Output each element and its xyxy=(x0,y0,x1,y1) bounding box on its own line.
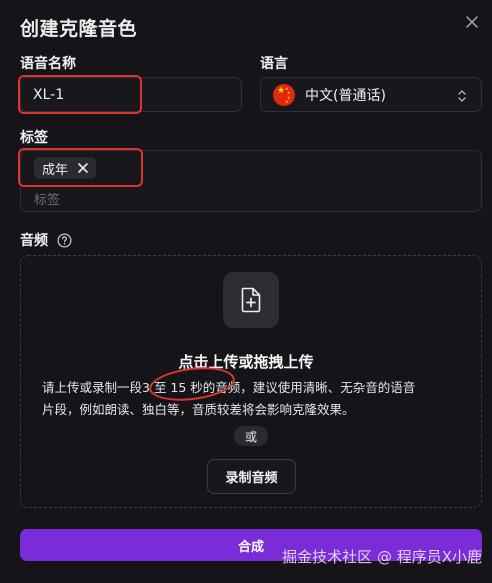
remove-tag-icon[interactable] xyxy=(78,163,88,173)
tag-chip[interactable]: 成年 xyxy=(34,157,97,179)
upload-hint-line1: 请上传或录制一段3 至 15 秒的音频，建议使用清晰、无杂音的语音 xyxy=(42,377,415,396)
file-plus-icon xyxy=(241,287,261,313)
tags-placeholder: 标签 xyxy=(34,193,61,208)
chevron-updown-icon xyxy=(458,90,466,102)
voice-name-value: XL-1 xyxy=(33,86,65,103)
dialog-title: 创建克隆音色 xyxy=(20,18,138,40)
create-voice-clone-dialog: 创建克隆音色 语音名称 XL-1 语言 ★ ★ ★ ★ ★ 中文(普通话) 标签… xyxy=(0,0,492,583)
upload-hint-duration: 3 至 15 秒 xyxy=(142,380,203,395)
china-flag-icon: ★ ★ ★ ★ ★ xyxy=(273,83,295,106)
audio-label: 音频 xyxy=(20,233,48,249)
upload-hint-part2: 的音频，建议使用清晰、无杂音的语音 xyxy=(202,380,416,395)
voice-name-input[interactable]: XL-1 xyxy=(20,77,242,112)
language-select[interactable]: ★ ★ ★ ★ ★ 中文(普通话) xyxy=(260,77,482,112)
tag-chip-label: 成年 xyxy=(42,162,69,178)
watermark: 掘金技术社区 @ 程序员X小鹿 xyxy=(282,548,482,566)
voice-name-label: 语音名称 xyxy=(20,56,76,72)
language-selected-value: 中文(普通话) xyxy=(305,87,386,104)
audio-label-row: 音频 xyxy=(20,230,72,250)
tags-label: 标签 xyxy=(20,130,48,146)
close-button[interactable] xyxy=(462,12,482,32)
upload-hint-part1: 请上传或录制一段 xyxy=(42,380,143,395)
upload-hint-line2: 片段，例如朗读、独白等，音质较差将会影响克隆效果。 xyxy=(42,402,355,417)
language-label: 语言 xyxy=(260,56,288,72)
upload-file-button[interactable] xyxy=(223,272,279,328)
upload-title: 点击上传或拖拽上传 xyxy=(178,353,314,371)
close-icon xyxy=(466,16,478,28)
record-audio-button[interactable]: 录制音频 xyxy=(207,459,296,494)
or-divider: 或 xyxy=(234,426,268,446)
help-circle-icon[interactable] xyxy=(57,233,72,248)
